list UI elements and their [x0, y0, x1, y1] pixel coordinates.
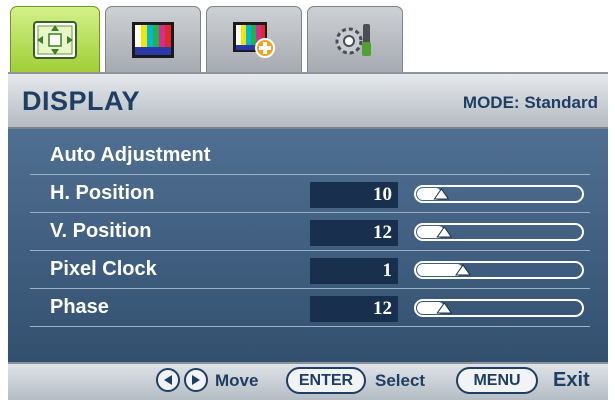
- menu-item-label: V. Position: [50, 220, 152, 242]
- value-box: 12: [310, 220, 398, 246]
- tab-system[interactable]: [307, 6, 403, 72]
- mode-label: MODE:: [462, 93, 520, 112]
- osd-window: DISPLAY MODE: Standard Auto Adjustment H…: [8, 6, 608, 400]
- menu-item-label: H. Position: [50, 182, 155, 204]
- footer-bar: Move ENTER Select MENU Exit: [8, 362, 608, 400]
- menu-item-label: Pixel Clock: [50, 258, 157, 280]
- menu-item-h-position[interactable]: H. Position 10: [8, 175, 608, 213]
- menu-item-phase[interactable]: Phase 12: [8, 289, 608, 327]
- select-label: Select: [375, 371, 426, 390]
- right-button[interactable]: [184, 368, 208, 392]
- display-settings-icon: [33, 20, 77, 59]
- tab-picture[interactable]: [105, 6, 201, 72]
- value-box: 1: [310, 258, 398, 284]
- value-box: 10: [310, 182, 398, 208]
- h-position-slider[interactable]: [413, 183, 585, 205]
- menu-panel: Auto Adjustment H. Position 10 V. Positi…: [8, 129, 608, 362]
- enter-button[interactable]: ENTER: [286, 367, 366, 394]
- menu-item-label: Phase: [50, 296, 109, 318]
- move-label: Move: [215, 371, 259, 390]
- tab-picture-advanced[interactable]: [206, 6, 302, 72]
- divider: [30, 326, 590, 327]
- picture-advanced-icon: [233, 21, 275, 58]
- exit-label: Exit: [553, 369, 590, 391]
- mode-indicator: MODE: Standard: [463, 93, 598, 113]
- left-button[interactable]: [156, 368, 180, 392]
- menu-item-auto-adjustment[interactable]: Auto Adjustment: [8, 137, 608, 175]
- menu-item-pixel-clock[interactable]: Pixel Clock 1: [8, 251, 608, 289]
- menu-item-label: Auto Adjustment: [50, 144, 211, 166]
- picture-icon: [132, 21, 174, 58]
- mode-value: Standard: [524, 93, 598, 112]
- arrow-right-icon: [192, 375, 200, 385]
- title-bar: DISPLAY MODE: Standard: [8, 72, 608, 129]
- pixel-clock-slider[interactable]: [413, 259, 585, 281]
- v-position-slider[interactable]: [413, 221, 585, 243]
- tab-display[interactable]: [10, 6, 100, 72]
- value-box: 12: [310, 296, 398, 322]
- page-title: DISPLAY: [22, 86, 141, 116]
- menu-button[interactable]: MENU: [456, 367, 538, 394]
- arrow-left-icon: [164, 375, 172, 385]
- phase-slider[interactable]: [413, 297, 585, 319]
- menu-item-v-position[interactable]: V. Position 12: [8, 213, 608, 251]
- system-icon: [335, 23, 371, 56]
